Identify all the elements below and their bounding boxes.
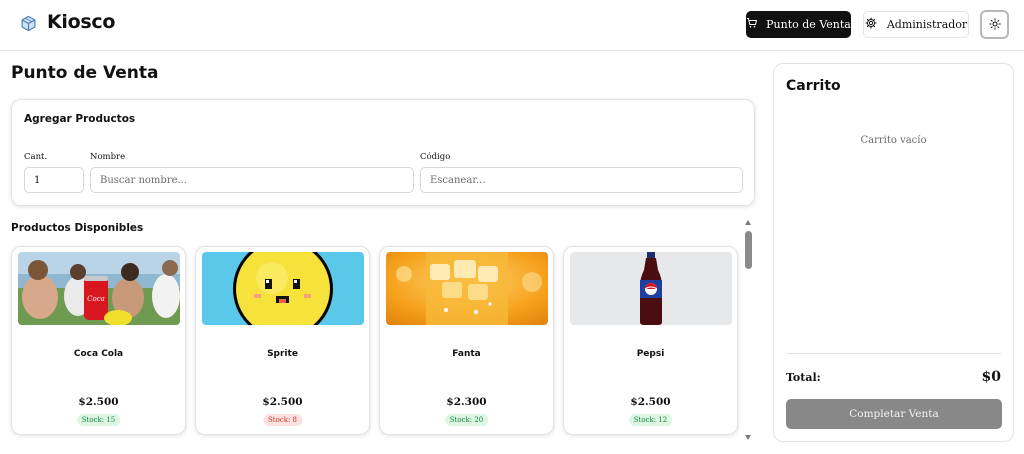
cube-icon	[20, 15, 37, 32]
total-value: $0	[981, 369, 1001, 385]
product-card-pepsi[interactable]: Pepsi $2.500 Stock: 12	[563, 246, 738, 435]
app-brand[interactable]: Kiosco	[47, 11, 115, 33]
top-navbar: Kiosco Punto de Venta Administrador	[0, 0, 1024, 51]
sun-icon	[988, 15, 1001, 34]
product-card-fanta[interactable]: Fanta $2.300 Stock: 20	[379, 246, 554, 435]
nav-pos-button[interactable]: Punto de Venta	[746, 11, 851, 38]
code-scan-input[interactable]	[420, 167, 743, 193]
products-scrollbar[interactable]	[744, 220, 753, 440]
code-label: Código	[420, 152, 451, 162]
product-price: $2.500	[262, 396, 303, 408]
cart-panel: Carrito Carrito vacío Total: $0 Completa…	[773, 63, 1014, 442]
scroll-down-arrow-icon[interactable]	[745, 435, 751, 440]
cart-empty-message: Carrito vacío	[860, 135, 927, 146]
product-price: $2.500	[630, 396, 671, 408]
product-card-sprite[interactable]: Sprite $2.500 Stock: 8	[195, 246, 370, 435]
stock-badge: Stock: 20	[444, 414, 489, 426]
page-title: Punto de Venta	[11, 63, 159, 83]
gear-icon	[865, 17, 877, 32]
svg-text:Coca: Coca	[87, 295, 105, 303]
cart-title: Carrito	[786, 78, 841, 94]
theme-toggle-button[interactable]	[980, 10, 1009, 39]
name-search-input[interactable]	[90, 167, 414, 193]
nav-admin-button[interactable]: Administrador	[863, 11, 969, 38]
scroll-up-arrow-icon[interactable]	[745, 220, 751, 225]
quantity-field[interactable]	[24, 167, 84, 193]
total-label: Total:	[786, 371, 821, 384]
products-section-title: Productos Disponibles	[11, 222, 144, 234]
scrollbar-thumb[interactable]	[745, 231, 752, 269]
complete-sale-button[interactable]: Completar Venta	[786, 399, 1002, 429]
nav-admin-label: Administrador	[886, 18, 968, 31]
product-card-coca-cola[interactable]: Coca Coca Cola $2.500 Stock: 15	[11, 246, 186, 435]
nav-pos-label: Punto de Venta	[766, 18, 851, 31]
product-name: Pepsi	[636, 349, 665, 359]
quantity-label: Cant.	[24, 152, 48, 162]
product-image	[386, 252, 548, 325]
add-products-panel: Agregar Productos Cant. Nombre Código	[11, 99, 755, 206]
product-price: $2.300	[446, 396, 487, 408]
stock-badge: Stock: 15	[76, 414, 121, 426]
product-price: $2.500	[78, 396, 119, 408]
stock-badge: Stock: 8	[262, 414, 303, 426]
add-products-title: Agregar Productos	[24, 113, 136, 125]
product-name: Coca Cola	[73, 349, 124, 359]
cart-divider	[786, 353, 1001, 354]
stock-badge: Stock: 12	[628, 414, 673, 426]
product-name: Sprite	[267, 349, 298, 359]
product-image	[202, 252, 364, 325]
product-name: Fanta	[452, 349, 481, 359]
product-image: Coca	[18, 252, 180, 325]
product-image	[570, 252, 732, 325]
name-label: Nombre	[90, 152, 126, 162]
cart-icon	[746, 17, 758, 32]
